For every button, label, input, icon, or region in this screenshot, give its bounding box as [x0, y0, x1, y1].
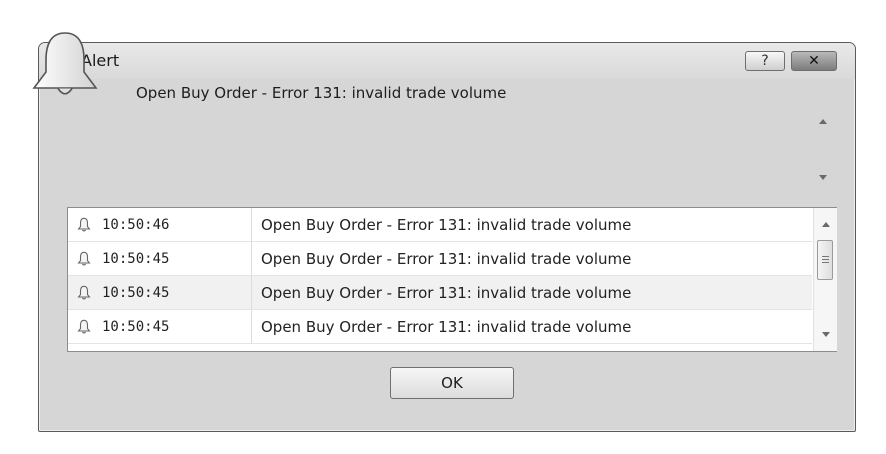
- row-message: Open Buy Order - Error 131: invalid trad…: [261, 283, 632, 302]
- grip-line: [822, 259, 829, 260]
- row-time: 10:50:45: [102, 250, 170, 267]
- bell-icon: [77, 285, 91, 299]
- row-time: 10:50:45: [102, 318, 170, 335]
- title-bar: Alert ? ✕: [39, 43, 855, 79]
- message-scrollbar[interactable]: [815, 107, 835, 191]
- bell-icon: [77, 251, 91, 265]
- ok-button[interactable]: OK: [390, 367, 514, 399]
- alert-message: Open Buy Order - Error 131: invalid trad…: [136, 84, 507, 102]
- scroll-up-arrow-icon[interactable]: [819, 119, 827, 124]
- table-row[interactable]: 10:50:45 Open Buy Order - Error 131: inv…: [68, 276, 812, 310]
- grip-line: [822, 262, 829, 263]
- row-time: 10:50:46: [102, 216, 170, 233]
- scrollbar-thumb[interactable]: [817, 240, 833, 280]
- row-time: 10:50:45: [102, 284, 170, 301]
- time-cell: 10:50:45: [68, 310, 252, 343]
- table-row[interactable]: 10:50:45 Open Buy Order - Error 131: inv…: [68, 310, 812, 344]
- bell-icon: [77, 319, 91, 333]
- help-label: ?: [761, 53, 769, 69]
- scroll-down-arrow-icon[interactable]: [819, 175, 827, 180]
- time-cell: 10:50:45: [68, 276, 252, 309]
- table-row[interactable]: 10:50:45 Open Buy Order - Error 131: inv…: [68, 242, 812, 276]
- grip-line: [822, 256, 829, 257]
- row-message: Open Buy Order - Error 131: invalid trad…: [261, 317, 632, 336]
- bell-icon: [32, 32, 98, 95]
- close-button[interactable]: ✕: [791, 51, 837, 71]
- row-message: Open Buy Order - Error 131: invalid trad…: [261, 249, 632, 268]
- time-cell: 10:50:46: [68, 208, 252, 241]
- list-scrollbar[interactable]: [813, 208, 837, 351]
- scroll-up-arrow-icon[interactable]: [822, 222, 830, 227]
- ok-button-label: OK: [441, 374, 463, 392]
- bell-icon: [77, 217, 91, 231]
- alert-history-list: 10:50:46 Open Buy Order - Error 131: inv…: [67, 207, 837, 352]
- table-row[interactable]: 10:50:46 Open Buy Order - Error 131: inv…: [68, 208, 812, 242]
- time-cell: 10:50:45: [68, 242, 252, 275]
- close-icon: ✕: [808, 53, 820, 69]
- help-button[interactable]: ?: [745, 51, 785, 71]
- row-message: Open Buy Order - Error 131: invalid trad…: [261, 215, 632, 234]
- scroll-down-arrow-icon[interactable]: [822, 332, 830, 337]
